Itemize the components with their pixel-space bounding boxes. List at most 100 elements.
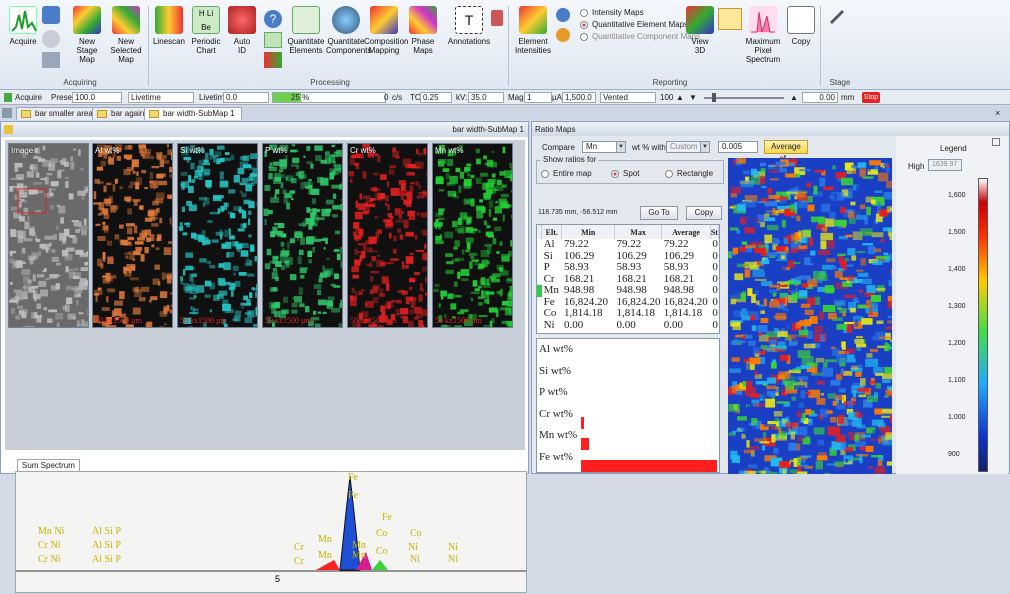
annotations-button[interactable]: T Annotations (446, 6, 492, 46)
tile-scale-bar: 50 kx1500 µm (350, 316, 397, 325)
linescan-button[interactable]: Linescan (152, 6, 186, 46)
peak-label: Cr Ni (38, 554, 61, 565)
preset-input[interactable]: 100.0 (72, 92, 122, 103)
peak-label: Fe (348, 490, 359, 501)
element-map-tile[interactable]: Cr wt%50 kx1500 µm (347, 143, 428, 328)
table-cell: 0 (710, 239, 718, 251)
tab-bar-smaller-area[interactable]: bar smaller area (16, 107, 100, 120)
position-input[interactable]: 0.00 (802, 92, 838, 103)
link-icon[interactable] (828, 8, 846, 26)
histogram-label: Cr wt% (539, 408, 573, 420)
with-select[interactable]: Custom▼ (666, 141, 710, 153)
maximize-icon[interactable] (992, 138, 1000, 146)
periodic-small-icon[interactable] (264, 32, 282, 48)
element-map-tile[interactable]: Si wt%50 kx1500 µm (177, 143, 258, 328)
auto-id-button[interactable]: Auto ID (226, 6, 258, 55)
element-map-tile[interactable]: P wt%50 kx1500 µm (262, 143, 343, 328)
new-stage-map-button[interactable]: New Stage Map (68, 6, 106, 64)
peak-label: Mn (318, 550, 332, 561)
livetime-input[interactable]: 0.0 (223, 92, 269, 103)
up-arrow-icon[interactable]: ▲ (676, 93, 684, 102)
quantitate-elements-button[interactable]: Quantitate Elements (286, 6, 326, 55)
maximum-pixel-spectrum-button[interactable]: Maximum Pixel Spectrum (740, 6, 786, 64)
table-cell: 0 (710, 308, 718, 320)
chart-icon[interactable] (718, 8, 742, 30)
intensity-maps-radio[interactable]: Intensity Maps (580, 8, 644, 17)
column-header: Min (562, 225, 615, 239)
copy-ribbon-button[interactable]: Copy (786, 6, 816, 46)
go-to-button[interactable]: Go To (640, 206, 678, 220)
table-row[interactable]: Al79.2279.2279.220 (537, 239, 719, 251)
copy-button[interactable]: Copy (686, 206, 722, 220)
element-map-tile[interactable]: Image (8, 143, 89, 328)
element-map-strip: ImageAl wt%50 kx1500 µmSi wt%50 kx1500 µ… (5, 140, 525, 450)
table-cell: 79.22 (662, 239, 711, 251)
table-row[interactable]: Ni0.000.000.000 (537, 320, 719, 332)
radio-icon (580, 33, 588, 41)
view-3d-button[interactable]: View 3D (684, 6, 716, 55)
quantitate-elements-label: Quantitate Elements (288, 37, 325, 55)
ratio-heatmap[interactable] (728, 158, 892, 474)
sum-spectrum-plot[interactable]: Mn NiCr NiCr NiAl Si PAl Si PAl Si PCrCr… (15, 471, 527, 593)
tab-menu-icon[interactable] (2, 108, 12, 118)
vacuum-select[interactable]: Vented (600, 92, 656, 103)
database-icon[interactable] (491, 10, 503, 26)
help-icon[interactable]: ? (264, 10, 282, 28)
new-selected-map-button[interactable]: New Selected Map (106, 6, 146, 64)
cps-unit: c/s (392, 93, 402, 102)
table-row[interactable]: Co1,814.181,814.181,814.180 (537, 308, 719, 320)
acquire-button[interactable]: Acquire (6, 6, 40, 46)
stage-slider-handle[interactable] (712, 93, 716, 102)
info-icon[interactable] (556, 8, 570, 22)
element-intensities-button[interactable]: Element Intensities (512, 6, 554, 55)
legend-tick-label: 1,200 (948, 340, 966, 347)
down-arrow-icon[interactable]: ▼ (689, 93, 697, 102)
map-doc-icon (21, 110, 31, 118)
map-small-icon[interactable] (264, 52, 282, 68)
custom-value-input[interactable]: 0.005 (718, 141, 758, 153)
spot-radio[interactable]: Spot (611, 169, 639, 178)
quantitate-components-button[interactable]: Quantitate Components (326, 6, 366, 55)
legend-color-bar (978, 178, 988, 472)
quantitative-element-maps-radio[interactable]: Quantitative Element Maps (580, 20, 688, 29)
acquire-status-label[interactable]: Acquire (15, 93, 42, 102)
palette-icon[interactable] (556, 28, 570, 42)
element-map-tile[interactable]: Al wt%50 kx1500 µm (92, 143, 173, 328)
quantitative-component-maps-radio[interactable]: Quantitative Component Maps (580, 32, 700, 41)
with-label: wt % with (632, 143, 666, 152)
spectrum-icon (9, 6, 37, 34)
phase-maps-button[interactable]: Phase Maps (404, 6, 442, 55)
close-icon[interactable]: × (995, 108, 1005, 118)
periodic-chart-button[interactable]: H Li Be Periodic Chart (188, 6, 224, 55)
settings-icon[interactable] (42, 6, 60, 24)
rectangle-radio[interactable]: Rectangle (665, 169, 713, 178)
stop-button[interactable]: Stop (862, 92, 880, 103)
element-map-tile[interactable]: Mn wt%50 kx1500 µm (432, 143, 513, 328)
progress-text: 25 % (291, 93, 309, 102)
average-of-button[interactable]: Average of... (764, 140, 808, 154)
grid-settings-icon[interactable] (42, 52, 60, 68)
preset-mode-select[interactable]: Livetime (128, 92, 194, 103)
tab-bar-width-submap[interactable]: bar width-SubMap 1 (144, 107, 242, 120)
ratio-maps-title-bar: Ratio Maps (532, 122, 1009, 136)
mag-input[interactable]: 1 (524, 92, 552, 103)
spectrum-svg: Mn NiCr NiCr NiAl Si PAl Si PAl Si PCrCr… (16, 472, 526, 592)
composition-mapping-button[interactable]: Composition Mapping (364, 6, 404, 55)
table-row[interactable]: Mn948.98948.98948.980 (537, 285, 719, 297)
entire-map-radio[interactable]: Entire map (541, 169, 592, 178)
peak-label: Ni (410, 554, 420, 565)
table-row[interactable]: P58.9358.9358.930 (537, 262, 719, 274)
tile-scale-bar: 50 kx1500 µm (435, 316, 482, 325)
quantitate-elements-icon (292, 6, 320, 34)
tc-select[interactable]: 0.25 (420, 92, 452, 103)
legend-high-input[interactable]: 1639.97 (928, 159, 962, 171)
compare-select[interactable]: Mn▼ (582, 141, 626, 153)
gear-icon[interactable] (42, 30, 60, 48)
submap-panel: bar width-SubMap 1 ImageAl wt%50 kx1500 … (0, 121, 529, 474)
tile-scale-bar: 50 kx1500 µm (180, 316, 227, 325)
up-arrow-icon[interactable]: ▲ (790, 93, 798, 102)
kv-input[interactable]: 35.0 (468, 92, 504, 103)
stage-slider-track[interactable] (704, 97, 784, 99)
ua-input[interactable]: 1,500.0 (562, 92, 596, 103)
linescan-label: Linescan (153, 37, 185, 46)
